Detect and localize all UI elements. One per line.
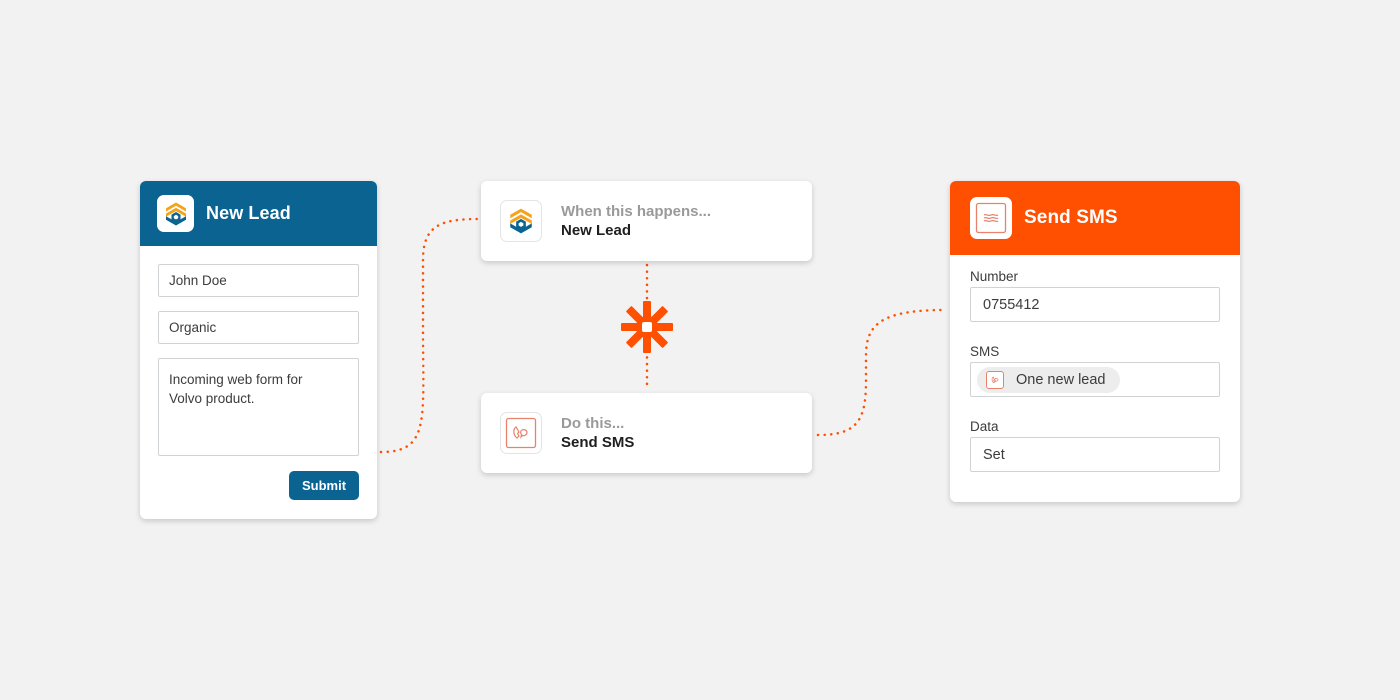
- connector-form-to-trigger: [379, 217, 480, 454]
- sms-field-chip[interactable]: One new lead: [977, 366, 1121, 393]
- data-input[interactable]: Set: [970, 437, 1220, 472]
- action-step-card[interactable]: Do this... Send SMS: [481, 393, 812, 473]
- sms-input[interactable]: One new lead: [970, 362, 1220, 397]
- hexagon-logo-icon: [510, 208, 532, 234]
- action-step-label: Do this...: [561, 414, 625, 432]
- sms-app-tile: [970, 197, 1012, 239]
- trigger-step-card[interactable]: When this happens... New Lead: [481, 181, 812, 261]
- sms-icon: [975, 202, 1007, 234]
- zapier-asterisk-icon: [621, 301, 673, 353]
- message-textarea[interactable]: Incoming web form for Volvo product.: [158, 358, 359, 456]
- name-field[interactable]: John Doe: [158, 264, 359, 297]
- action-app-tile: [500, 412, 542, 454]
- send-sms-card: Send SMS Number 0755412 SMS One new lead…: [950, 181, 1240, 502]
- lead-form-body: John Doe Organic Incoming web form for V…: [140, 246, 377, 456]
- data-label: Data: [970, 419, 999, 434]
- source-field[interactable]: Organic: [158, 311, 359, 344]
- lead-form-title: New Lead: [206, 203, 291, 223]
- send-sms-header: Send SMS: [950, 181, 1240, 255]
- trigger-step-name: New Lead: [561, 221, 632, 239]
- sms-chip-text: One new lead: [1016, 371, 1106, 388]
- send-sms-body: Number 0755412 SMS One new lead Data Set: [950, 255, 1240, 472]
- trigger-step-text: When this happens... New Lead: [561, 202, 711, 241]
- sms-label: SMS: [970, 344, 1000, 359]
- submit-button[interactable]: Submit: [289, 471, 359, 500]
- connector-action-to-sms: [816, 308, 948, 437]
- trigger-step-label: When this happens...: [561, 202, 712, 220]
- send-sms-title: Send SMS: [1024, 207, 1118, 228]
- lead-form-header: New Lead: [140, 181, 377, 246]
- sms-icon: [505, 417, 537, 449]
- lead-app-tile: [157, 195, 194, 232]
- hexagon-logo-icon: [165, 202, 186, 225]
- action-step-text: Do this... Send SMS: [561, 414, 634, 453]
- number-input[interactable]: 0755412: [970, 287, 1220, 322]
- sms-icon: [986, 370, 1004, 389]
- trigger-app-tile: [500, 200, 542, 242]
- lead-form-card: New Lead John Doe Organic Incoming web f…: [140, 181, 377, 519]
- action-step-name: Send SMS: [561, 433, 635, 451]
- number-label: Number: [970, 269, 1019, 284]
